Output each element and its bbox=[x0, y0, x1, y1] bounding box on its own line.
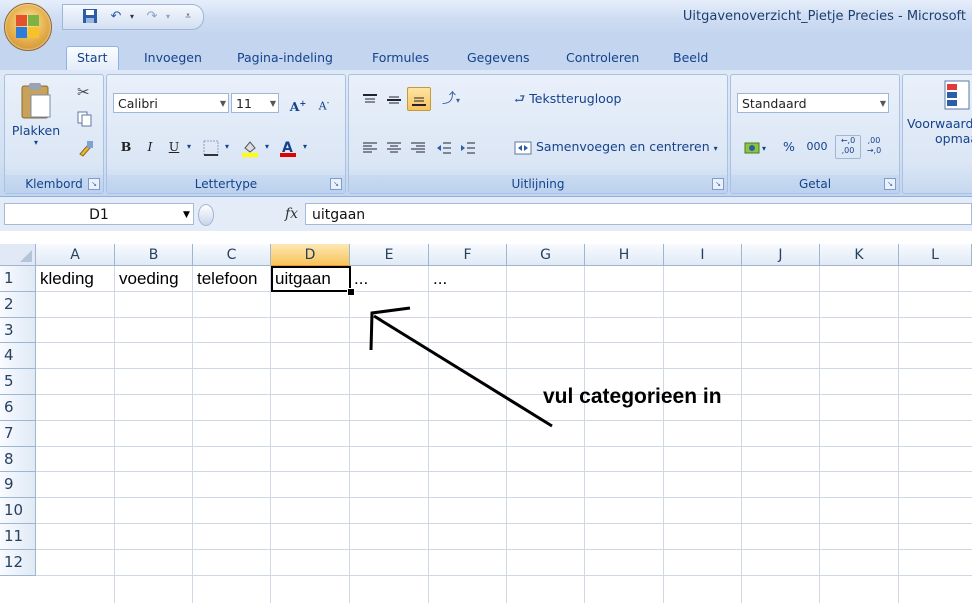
office-logo-icon bbox=[16, 15, 40, 39]
annotation-text: vul categorieen in bbox=[543, 385, 722, 408]
office-button[interactable] bbox=[4, 3, 52, 51]
annotation-arrow bbox=[369, 306, 553, 428]
